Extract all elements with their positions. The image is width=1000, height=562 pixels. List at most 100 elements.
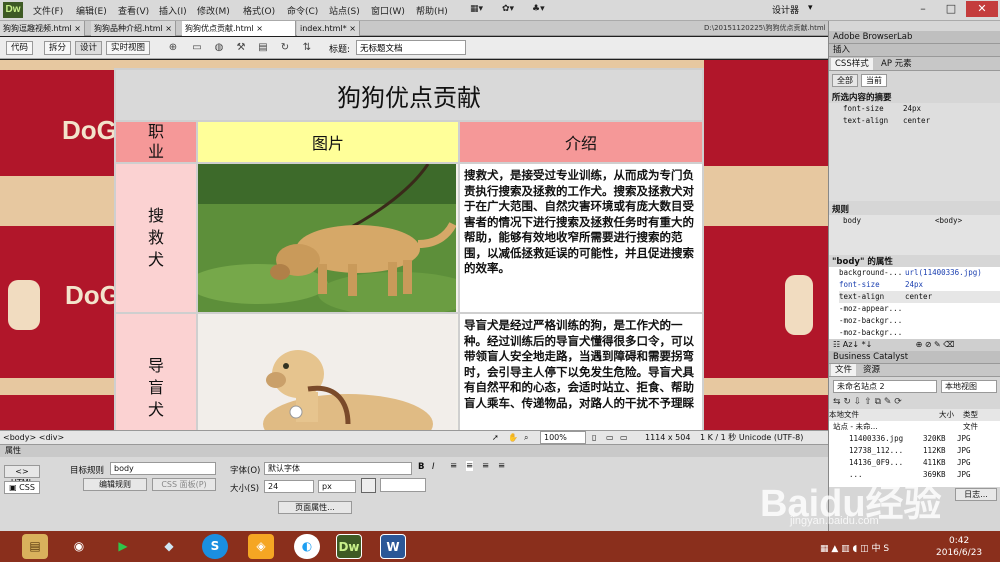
- site-icon[interactable]: ♣▾: [532, 4, 545, 14]
- property-row[interactable]: -moz-backgr...: [839, 315, 1000, 327]
- close-icon[interactable]: ✕: [966, 1, 998, 17]
- html-button[interactable]: <> HTML: [4, 465, 40, 487]
- size-select[interactable]: 24: [264, 480, 314, 493]
- sogou-icon[interactable]: S: [202, 534, 228, 559]
- job-cell[interactable]: 搜救犬: [114, 162, 198, 314]
- menu-command[interactable]: 命令(C): [287, 4, 318, 17]
- target-rule-select[interactable]: body: [110, 462, 216, 475]
- property-row[interactable]: -moz-backgr...: [839, 327, 1000, 339]
- header-job[interactable]: 职业: [114, 120, 198, 164]
- tray-icons[interactable]: ▦ ▲ ▥ ◖ ◫ 中 S: [820, 541, 889, 554]
- summary-row[interactable]: text-align center: [843, 115, 1000, 127]
- image-cell[interactable]: [196, 312, 460, 430]
- bold-icon[interactable]: B: [418, 462, 424, 472]
- italic-icon[interactable]: I: [432, 462, 435, 472]
- summary-row[interactable]: font-size 24px: [843, 103, 1000, 115]
- live-view-button[interactable]: 实时视图: [106, 41, 151, 55]
- split-view-button[interactable]: 拆分: [44, 41, 72, 55]
- unit-select[interactable]: px: [318, 480, 356, 493]
- tablet-size-icon[interactable]: ▭: [606, 431, 614, 444]
- tab-advantages[interactable]: 狗狗优点贡献.html ×: [182, 21, 296, 36]
- file-row[interactable]: 12738_112... 112KB JPG: [829, 445, 1000, 457]
- app-icon[interactable]: ◆: [156, 534, 182, 559]
- files-toolbar[interactable]: ⇆ ↻ ⇩ ⇧ ⧉ ✎ ⟳: [829, 395, 1000, 409]
- refresh-icon[interactable]: ↻: [278, 42, 292, 54]
- zoom-select[interactable]: 100%: [540, 431, 586, 444]
- property-row[interactable]: background-... url(11400336.jpg): [839, 267, 1000, 279]
- layout-icon[interactable]: ▦▾: [470, 4, 483, 14]
- code-view-button[interactable]: 代码: [6, 41, 34, 55]
- menu-format[interactable]: 格式(O): [243, 4, 275, 17]
- tab-ap-elements[interactable]: AP 元素: [877, 58, 916, 70]
- clock[interactable]: 0:42 2016/6/23: [936, 535, 982, 559]
- tab-breeds[interactable]: 狗狗品种介绍.html ×: [91, 21, 177, 36]
- maximize-icon[interactable]: □: [938, 1, 964, 17]
- site-select[interactable]: 未命名站点 2: [833, 380, 937, 393]
- tag-selector[interactable]: <body> <div>: [3, 431, 64, 444]
- multiscreen-icon[interactable]: ▭: [190, 42, 204, 54]
- page-heading[interactable]: 狗狗优点贡献: [114, 68, 704, 122]
- menu-site[interactable]: 站点(S): [329, 4, 360, 17]
- window-size[interactable]: 1114 x 504: [645, 431, 690, 444]
- menu-window[interactable]: 窗口(W): [371, 4, 405, 17]
- media-player-icon[interactable]: ▶: [110, 534, 136, 559]
- tab-files[interactable]: 文件: [831, 364, 857, 376]
- design-canvas[interactable]: DoG DoG 狗狗优点贡献 职业 图片 介绍 搜救犬 搜救犬，是接受过专业训练…: [0, 60, 828, 430]
- property-row[interactable]: text-align center: [839, 291, 1000, 303]
- select-tool-icon[interactable]: ➚: [492, 431, 499, 444]
- minimize-icon[interactable]: –: [910, 1, 936, 17]
- mobile-size-icon[interactable]: ▯: [592, 431, 596, 444]
- property-row[interactable]: font-size 24px: [839, 279, 1000, 291]
- desktop-size-icon[interactable]: ▭: [620, 431, 628, 444]
- menu-view[interactable]: 查看(V): [118, 4, 149, 17]
- debug-icon[interactable]: ⚒: [234, 42, 248, 54]
- design-view-button[interactable]: 设计: [75, 41, 103, 55]
- image-cell[interactable]: [196, 162, 460, 314]
- word-icon[interactable]: W: [380, 534, 406, 559]
- file-explorer-icon[interactable]: ▤: [22, 534, 48, 559]
- menu-file[interactable]: 文件(F): [33, 4, 63, 17]
- menu-help[interactable]: 帮助(H): [416, 4, 448, 17]
- all-button[interactable]: 全部: [832, 74, 858, 87]
- gear-icon[interactable]: ✿▾: [502, 4, 514, 14]
- property-row[interactable]: -moz-appear...: [839, 303, 1000, 315]
- job-cell[interactable]: 导盲犬: [114, 312, 198, 430]
- edit-rule-button[interactable]: 编辑规则: [83, 478, 147, 491]
- tab-funny-videos[interactable]: 狗狗逗趣视频.html ×: [0, 21, 86, 36]
- title-input[interactable]: [356, 40, 466, 55]
- browser-icon[interactable]: ◉: [66, 534, 92, 559]
- visual-aids-icon[interactable]: ▤: [256, 42, 270, 54]
- view-select[interactable]: 本地视图: [941, 380, 997, 393]
- package-icon[interactable]: ◈: [248, 534, 274, 559]
- browserlab-panel[interactable]: Adobe BrowserLab: [829, 31, 1000, 44]
- align-right-icon[interactable]: ≡: [482, 461, 489, 471]
- menu-modify[interactable]: 修改(M): [197, 4, 230, 17]
- color-picker[interactable]: [361, 478, 376, 493]
- tab-index[interactable]: index.html* ×: [297, 21, 360, 36]
- align-left-icon[interactable]: ≡: [450, 461, 457, 471]
- color-input[interactable]: [380, 478, 426, 492]
- file-management-icon[interactable]: ⇅: [300, 42, 314, 54]
- file-row[interactable]: 11400336.jpg 320KB JPG: [829, 433, 1000, 445]
- tab-css-styles[interactable]: CSS样式: [831, 58, 873, 70]
- header-description[interactable]: 介绍: [458, 120, 704, 164]
- insert-panel[interactable]: 插入: [829, 44, 1000, 57]
- font-select[interactable]: 默认字体: [264, 462, 412, 475]
- log-button[interactable]: 日志...: [955, 488, 997, 501]
- page-properties-button[interactable]: 页面属性...: [278, 501, 352, 514]
- align-center-icon[interactable]: ≡: [466, 461, 474, 471]
- current-button[interactable]: 当前: [861, 74, 887, 87]
- zoom-tool-icon[interactable]: ⌕: [524, 431, 528, 444]
- dreamweaver-taskbar-icon[interactable]: Dw: [336, 534, 362, 559]
- header-image[interactable]: 图片: [196, 120, 460, 164]
- justify-icon[interactable]: ≡: [498, 461, 505, 471]
- menu-edit[interactable]: 编辑(E): [76, 4, 107, 17]
- css-button[interactable]: ▣ CSS: [4, 481, 40, 494]
- file-row-root[interactable]: 站点 - 未命... 文件: [829, 421, 1000, 433]
- tab-assets[interactable]: 资源: [859, 364, 884, 376]
- inspect-icon[interactable]: ⊕: [166, 42, 180, 54]
- workspace-switcher[interactable]: 设计器: [772, 3, 799, 16]
- css-panel-button[interactable]: CSS 面板(P): [152, 478, 216, 491]
- description-cell[interactable]: 导盲犬是经过严格训练的狗，是工作犬的一种。经过训练后的导盲犬懂得很多口令，可以带…: [458, 312, 704, 430]
- preview-icon[interactable]: ◍: [212, 42, 226, 54]
